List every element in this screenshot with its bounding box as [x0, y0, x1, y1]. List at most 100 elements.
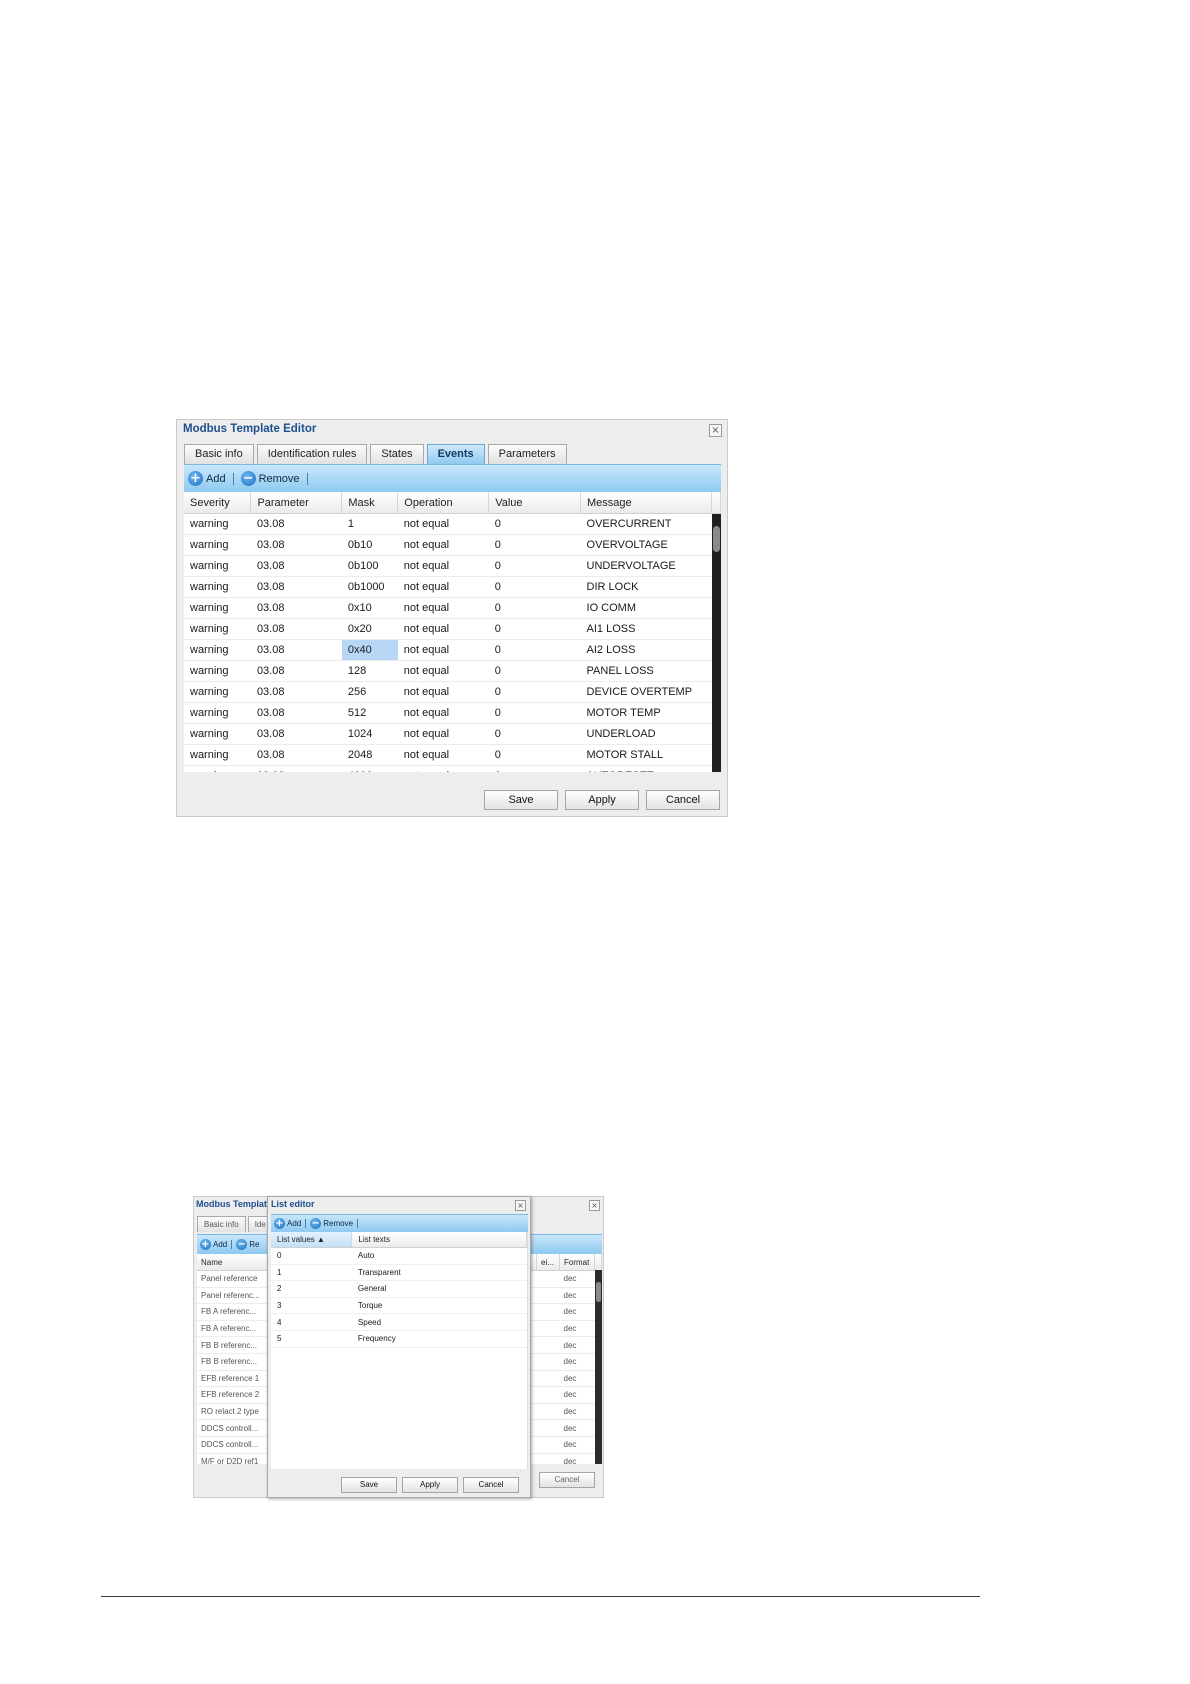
- cell-list-value[interactable]: 4: [271, 1313, 352, 1331]
- add-button[interactable]: + Add: [274, 1215, 301, 1232]
- cell-operation[interactable]: not equal: [397, 765, 489, 772]
- apply-button[interactable]: Apply: [402, 1477, 458, 1493]
- cell-value[interactable]: 0: [488, 639, 581, 661]
- cell-format[interactable]: dec: [559, 1320, 595, 1338]
- column-header-parameter[interactable]: Parameter: [250, 492, 343, 514]
- save-button[interactable]: Save: [341, 1477, 397, 1493]
- cell-value[interactable]: 0: [488, 555, 581, 577]
- cell-format[interactable]: dec: [559, 1453, 595, 1464]
- cell-message[interactable]: MOTOR STALL: [580, 744, 712, 766]
- tab-basic-info[interactable]: Basic info: [197, 1216, 246, 1232]
- cancel-button[interactable]: Cancel: [463, 1477, 519, 1493]
- table-row[interactable]: 2 General: [271, 1280, 527, 1298]
- cell-operation[interactable]: not equal: [397, 681, 489, 703]
- cell-format[interactable]: dec: [559, 1303, 595, 1321]
- cell-operation[interactable]: not equal: [397, 534, 489, 556]
- cell-format[interactable]: dec: [559, 1386, 595, 1404]
- cell-mask[interactable]: 0b1000: [341, 576, 398, 598]
- cell-list-text[interactable]: Speed: [351, 1313, 527, 1331]
- cell-message[interactable]: DEVICE OVERTEMP: [580, 681, 712, 703]
- cell-message[interactable]: DIR LOCK: [580, 576, 712, 598]
- cell-format[interactable]: dec: [559, 1287, 595, 1305]
- cell-list-value[interactable]: 1: [271, 1264, 352, 1282]
- cell-list-text[interactable]: Torque: [351, 1297, 527, 1315]
- table-row[interactable]: warning 03.08 1024 not equal 0 UNDERLOAD: [184, 723, 721, 745]
- cell-list-value[interactable]: 3: [271, 1297, 352, 1315]
- tab-events[interactable]: Events: [426, 444, 485, 464]
- cell-parameter[interactable]: 03.08: [250, 639, 342, 661]
- scrollbar-thumb[interactable]: [713, 526, 720, 552]
- cancel-button[interactable]: Cancel: [539, 1472, 595, 1488]
- cell-severity[interactable]: warning: [184, 555, 251, 577]
- cell-parameter[interactable]: 03.08: [250, 702, 342, 724]
- cell-mask[interactable]: 1: [341, 513, 398, 535]
- cell-operation[interactable]: not equal: [397, 513, 489, 535]
- cell-list-text[interactable]: Frequency: [351, 1330, 527, 1348]
- tab-states[interactable]: States: [370, 444, 424, 464]
- table-row[interactable]: warning 03.08 0b10 not equal 0 OVERVOLTAGE: [184, 534, 721, 556]
- cell-operation[interactable]: not equal: [397, 744, 489, 766]
- add-button[interactable]: + Add: [200, 1235, 227, 1254]
- tab-parameters[interactable]: Parameters: [487, 444, 567, 464]
- cell-parameter[interactable]: 03.08: [250, 723, 342, 745]
- cell-list-text[interactable]: General: [351, 1280, 527, 1298]
- cell-parameter[interactable]: 03.08: [250, 513, 342, 535]
- cell-mask[interactable]: 0x20: [341, 618, 398, 640]
- cell-mask[interactable]: 1024: [341, 723, 398, 745]
- cell-message[interactable]: AI2 LOSS: [580, 639, 712, 661]
- cell-mask[interactable]: 0b100: [341, 555, 398, 577]
- cell-operation[interactable]: not equal: [397, 660, 489, 682]
- close-icon[interactable]: ×: [709, 424, 722, 437]
- cell-message[interactable]: PANEL LOSS: [580, 660, 712, 682]
- cell-mask[interactable]: 0x10: [341, 597, 398, 619]
- cell-parameter[interactable]: 03.08: [250, 765, 342, 772]
- cell-severity[interactable]: warning: [184, 702, 251, 724]
- table-row[interactable]: 0 Auto: [271, 1247, 527, 1265]
- cell-value[interactable]: 0: [488, 744, 581, 766]
- cell-severity[interactable]: warning: [184, 765, 251, 772]
- cell-message[interactable]: OVERVOLTAGE: [580, 534, 712, 556]
- scrollbar-thumb[interactable]: [596, 1282, 601, 1302]
- tab-identification-rules[interactable]: Identification rules: [256, 444, 368, 464]
- table-row[interactable]: warning 03.08 256 not equal 0 DEVICE OVERTEMP: [184, 681, 721, 703]
- cell-format[interactable]: dec: [559, 1436, 595, 1454]
- cell-mask[interactable]: 0x40: [341, 639, 398, 661]
- cell-value[interactable]: 0: [488, 660, 581, 682]
- table-row[interactable]: warning 03.08 0x10 not equal 0 IO COMM: [184, 597, 721, 619]
- cell-parameter[interactable]: 03.08: [250, 744, 342, 766]
- cell-list-value[interactable]: 2: [271, 1280, 352, 1298]
- cell-message[interactable]: MOTOR TEMP: [580, 702, 712, 724]
- cell-mask[interactable]: 256: [341, 681, 398, 703]
- column-header-message[interactable]: Message: [580, 492, 712, 514]
- cell-format[interactable]: dec: [559, 1270, 595, 1288]
- cell-value[interactable]: 0: [488, 681, 581, 703]
- cell-mask[interactable]: 128: [341, 660, 398, 682]
- cell-list-value[interactable]: 0: [271, 1247, 352, 1265]
- table-row[interactable]: warning 03.08 0x20 not equal 0 AI1 LOSS: [184, 618, 721, 640]
- cell-message[interactable]: OVERCURRENT: [580, 513, 712, 535]
- column-header-list-values[interactable]: List values ▲: [271, 1232, 353, 1248]
- apply-button[interactable]: Apply: [565, 790, 639, 810]
- vertical-scrollbar[interactable]: [712, 514, 721, 772]
- cell-value[interactable]: 0: [488, 513, 581, 535]
- table-row[interactable]: warning 03.08 128 not equal 0 PANEL LOSS: [184, 660, 721, 682]
- cell-parameter[interactable]: 03.08: [250, 618, 342, 640]
- cell-value[interactable]: 0: [488, 723, 581, 745]
- cell-severity[interactable]: warning: [184, 681, 251, 703]
- table-row[interactable]: 4 Speed: [271, 1313, 527, 1331]
- cell-mask[interactable]: 0b10: [341, 534, 398, 556]
- add-button[interactable]: + Add: [188, 465, 226, 492]
- close-icon[interactable]: ×: [515, 1200, 526, 1211]
- cell-message[interactable]: UNDERLOAD: [580, 723, 712, 745]
- cell-severity[interactable]: warning: [184, 618, 251, 640]
- cell-parameter[interactable]: 03.08: [250, 576, 342, 598]
- column-header-mask[interactable]: Mask: [341, 492, 399, 514]
- cell-list-text[interactable]: Auto: [351, 1247, 527, 1265]
- column-header-format[interactable]: Format: [559, 1254, 595, 1271]
- remove-button[interactable]: − Remove: [310, 1215, 353, 1232]
- cancel-button[interactable]: Cancel: [646, 790, 720, 810]
- column-header-severity[interactable]: Severity: [184, 492, 252, 514]
- cell-value[interactable]: 0: [488, 534, 581, 556]
- cell-message[interactable]: AI1 LOSS: [580, 618, 712, 640]
- cell-format[interactable]: dec: [559, 1336, 595, 1354]
